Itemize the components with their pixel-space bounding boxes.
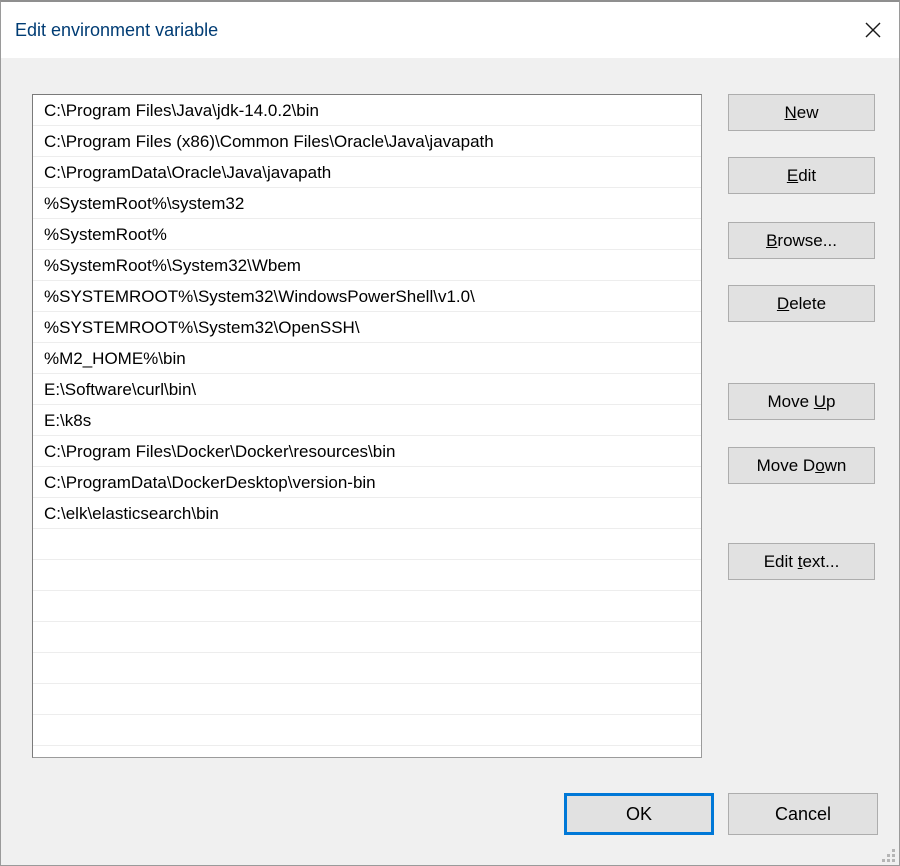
move-down-button-label: Move Down	[757, 456, 847, 476]
list-item-empty[interactable]	[33, 529, 701, 560]
list-item[interactable]: E:\Software\curl\bin\	[33, 374, 701, 405]
list-item[interactable]: C:\Program Files\Docker\Docker\resources…	[33, 436, 701, 467]
path-entries-listbox[interactable]: C:\Program Files\Java\jdk-14.0.2\binC:\P…	[32, 94, 702, 758]
list-item[interactable]: E:\k8s	[33, 405, 701, 436]
edit-text-button[interactable]: Edit text...	[728, 543, 875, 580]
list-item[interactable]: %SystemRoot%\system32	[33, 188, 701, 219]
browse-button-label: Browse...	[766, 231, 837, 251]
edit-text-button-label: Edit text...	[764, 552, 840, 572]
edit-button-label: Edit	[787, 166, 816, 186]
list-item[interactable]: C:\Program Files (x86)\Common Files\Orac…	[33, 126, 701, 157]
move-down-button[interactable]: Move Down	[728, 447, 875, 484]
list-item[interactable]: %SYSTEMROOT%\System32\WindowsPowerShell\…	[33, 281, 701, 312]
list-item[interactable]: %SYSTEMROOT%\System32\OpenSSH\	[33, 312, 701, 343]
resize-grip-dot	[892, 854, 895, 857]
dialog-title: Edit environment variable	[15, 2, 218, 58]
list-item[interactable]: C:\Program Files\Java\jdk-14.0.2\bin	[33, 95, 701, 126]
resize-grip-dot	[892, 849, 895, 852]
cancel-button-label: Cancel	[775, 804, 831, 825]
ok-button-label: OK	[626, 804, 652, 825]
delete-button-label: Delete	[777, 294, 826, 314]
close-button[interactable]	[847, 2, 899, 57]
list-item-empty[interactable]	[33, 622, 701, 653]
ok-button[interactable]: OK	[564, 793, 714, 835]
resize-grip-dot	[892, 859, 895, 862]
resize-grip-dot	[882, 859, 885, 862]
list-item[interactable]: C:\elk\elasticsearch\bin	[33, 498, 701, 529]
list-item[interactable]: %M2_HOME%\bin	[33, 343, 701, 374]
list-item[interactable]: %SystemRoot%	[33, 219, 701, 250]
title-bar: Edit environment variable	[1, 2, 899, 59]
browse-button[interactable]: Browse...	[728, 222, 875, 259]
new-button[interactable]: New	[728, 94, 875, 131]
resize-grip-icon[interactable]	[880, 846, 896, 862]
list-item-empty[interactable]	[33, 715, 701, 746]
new-button-label: New	[784, 103, 818, 123]
list-item-empty[interactable]	[33, 653, 701, 684]
close-icon	[863, 20, 883, 40]
edit-button[interactable]: Edit	[728, 157, 875, 194]
move-up-button[interactable]: Move Up	[728, 383, 875, 420]
move-up-button-label: Move Up	[767, 392, 835, 412]
dialog-body: C:\Program Files\Java\jdk-14.0.2\binC:\P…	[1, 59, 899, 865]
list-item-empty[interactable]	[33, 560, 701, 591]
resize-grip-dot	[887, 854, 890, 857]
resize-grip-dot	[887, 859, 890, 862]
cancel-button[interactable]: Cancel	[728, 793, 878, 835]
list-item[interactable]: C:\ProgramData\Oracle\Java\javapath	[33, 157, 701, 188]
list-item[interactable]: C:\ProgramData\DockerDesktop\version-bin	[33, 467, 701, 498]
delete-button[interactable]: Delete	[728, 285, 875, 322]
list-item-empty[interactable]	[33, 684, 701, 715]
list-item[interactable]: %SystemRoot%\System32\Wbem	[33, 250, 701, 281]
edit-environment-variable-dialog: Edit environment variable C:\Program Fil…	[0, 0, 900, 866]
list-item-empty[interactable]	[33, 591, 701, 622]
